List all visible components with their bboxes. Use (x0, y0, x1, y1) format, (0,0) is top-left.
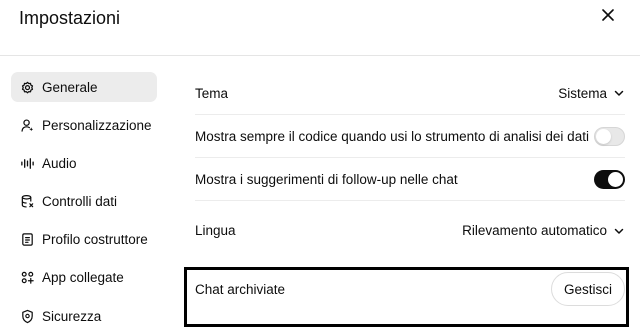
sidebar-item-label: Audio (42, 155, 77, 171)
apps-icon (19, 270, 35, 286)
show-code-row: Mostra sempre il codice quando usi lo st… (195, 115, 625, 158)
close-button[interactable] (598, 7, 618, 27)
language-label: Lingua (195, 223, 236, 238)
close-icon (602, 8, 614, 26)
chevron-down-icon (613, 225, 625, 237)
gear-icon (19, 79, 35, 95)
id-card-icon (19, 232, 35, 248)
sidebar-item-audio[interactable]: Audio (11, 148, 157, 178)
theme-select[interactable]: Sistema (558, 86, 625, 101)
sidebar-item-label: Personalizzazione (42, 117, 152, 133)
settings-sidebar: Generale Personalizzazione Audio Control… (11, 72, 157, 333)
theme-row: Tema Sistema (195, 72, 625, 115)
followups-toggle[interactable] (594, 169, 625, 189)
toggle-knob (608, 171, 623, 187)
sidebar-item-sicurezza[interactable]: Sicurezza (11, 301, 157, 331)
language-row: Lingua Rilevamento automatico (195, 201, 625, 260)
highlight-box (184, 267, 629, 327)
toggle-knob (596, 128, 611, 144)
sidebar-item-label: Controlli dati (42, 194, 118, 210)
language-value: Rilevamento automatico (462, 223, 607, 238)
sidebar-item-label: Generale (42, 79, 98, 95)
waveform-icon (19, 155, 35, 171)
dialog-header: Impostazioni (0, 0, 640, 56)
theme-value: Sistema (558, 85, 607, 101)
sidebar-item-label: Sicurezza (42, 308, 102, 324)
sidebar-item-label: Profilo costruttore (42, 232, 148, 248)
sidebar-item-label: App collegate (42, 270, 124, 286)
theme-label: Tema (195, 85, 229, 101)
chevron-down-icon (613, 87, 625, 99)
database-icon (19, 194, 35, 210)
show-code-toggle[interactable] (594, 126, 625, 146)
followups-row: Mostra i suggerimenti di follow-up nelle… (195, 158, 625, 201)
sidebar-item-generale[interactable]: Generale (11, 72, 157, 102)
sidebar-item-app-collegate[interactable]: App collegate (11, 263, 157, 293)
language-select[interactable]: Rilevamento automatico (462, 223, 625, 238)
shield-icon (19, 308, 35, 324)
followups-label: Mostra i suggerimenti di follow-up nelle… (195, 171, 458, 187)
person-icon (19, 117, 35, 133)
sidebar-item-controlli-dati[interactable]: Controlli dati (11, 187, 157, 217)
show-code-label: Mostra sempre il codice quando usi lo st… (195, 128, 589, 144)
sidebar-item-personalizzazione[interactable]: Personalizzazione (11, 110, 157, 140)
sidebar-item-profilo-costruttore[interactable]: Profilo costruttore (11, 225, 157, 255)
dialog-title: Impostazioni (19, 8, 121, 28)
